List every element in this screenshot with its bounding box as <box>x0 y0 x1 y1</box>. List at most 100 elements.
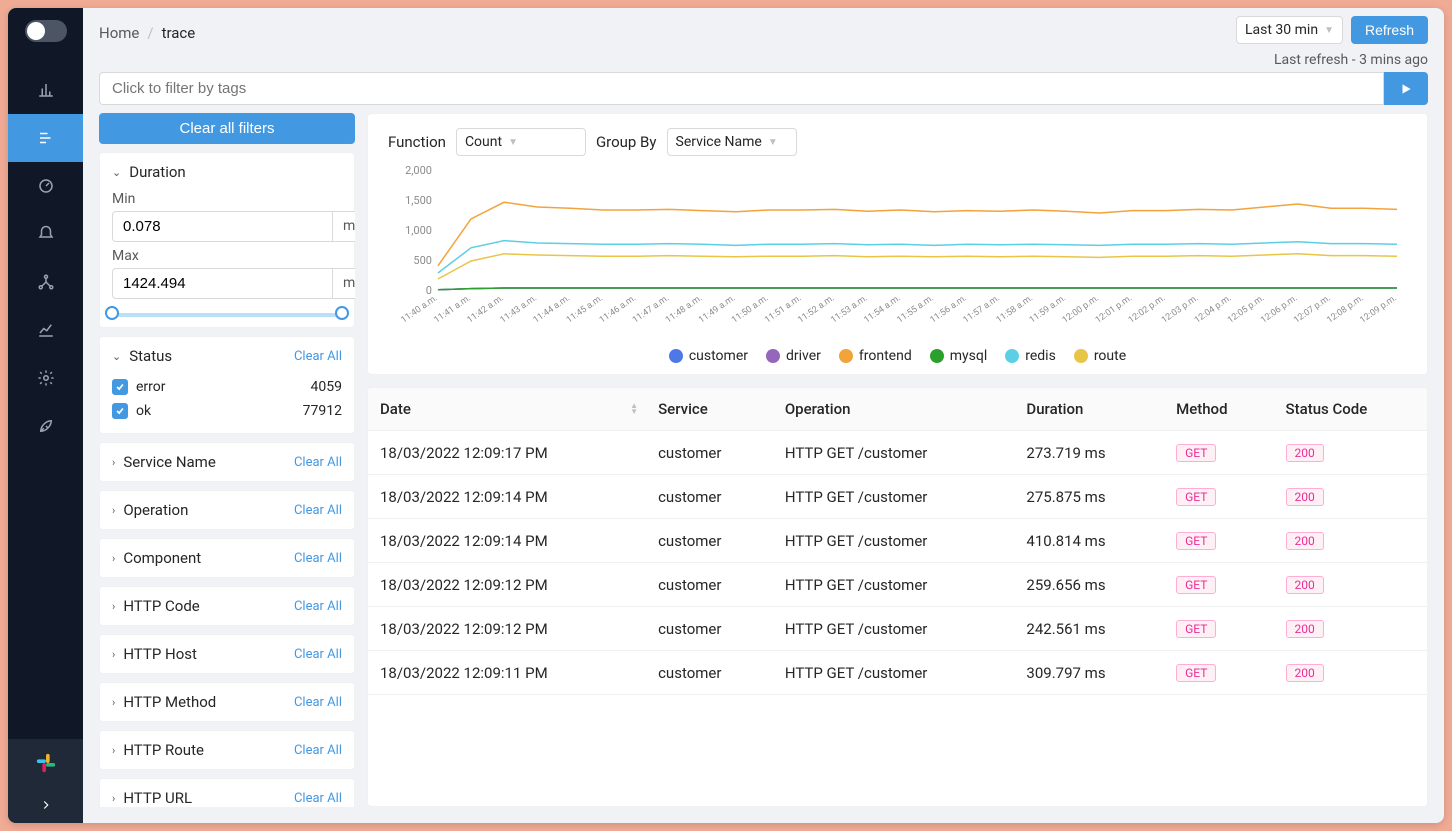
filter-header[interactable]: ›HTTP URL Clear All <box>112 789 342 807</box>
play-icon <box>1399 82 1413 96</box>
max-unit: ms <box>333 268 355 299</box>
function-label: Function <box>388 133 446 151</box>
slider-handle-max[interactable] <box>335 306 349 320</box>
nav-dashboards[interactable] <box>8 162 83 210</box>
legend-item[interactable]: customer <box>669 348 748 364</box>
chevron-right-icon: › <box>112 600 115 613</box>
filter-collapsed: ›HTTP URL Clear All <box>99 778 355 807</box>
cell-date: 18/03/2022 12:09:12 PM <box>368 563 646 607</box>
filter-clear[interactable]: Clear All <box>294 503 342 518</box>
legend-item[interactable]: redis <box>1005 348 1056 364</box>
chevron-down-icon: ▼ <box>508 137 518 148</box>
status-checkbox[interactable] <box>112 403 128 419</box>
legend-item[interactable]: mysql <box>930 348 988 364</box>
legend-dot <box>930 349 944 363</box>
clear-all-filters-button[interactable]: Clear all filters <box>99 113 355 144</box>
filter-clear[interactable]: Clear All <box>294 551 342 566</box>
cell-operation: HTTP GET /customer <box>773 519 1015 563</box>
slider-handle-min[interactable] <box>105 306 119 320</box>
cell-duration: 275.875 ms <box>1014 475 1164 519</box>
filter-header[interactable]: ›HTTP Route Clear All <box>112 741 342 759</box>
filter-header[interactable]: ›HTTP Code Clear All <box>112 597 342 615</box>
legend-item[interactable]: driver <box>766 348 821 364</box>
legend-item[interactable]: frontend <box>839 348 912 364</box>
cell-date: 18/03/2022 12:09:14 PM <box>368 519 646 563</box>
run-filter-button[interactable] <box>1384 72 1428 105</box>
nav-alerts[interactable] <box>8 210 83 258</box>
filter-clear[interactable]: Clear All <box>294 455 342 470</box>
filter-header[interactable]: ›HTTP Host Clear All <box>112 645 342 663</box>
theme-toggle[interactable] <box>25 20 67 42</box>
refresh-button[interactable]: Refresh <box>1351 16 1428 44</box>
function-select[interactable]: Count▼ <box>456 128 586 156</box>
slack-icon <box>35 752 57 774</box>
svg-text:11:44 a.m.: 11:44 a.m. <box>532 293 572 325</box>
filter-clear[interactable]: Clear All <box>294 791 342 806</box>
trace-chart: 05001,0001,5002,00011:40 a.m.11:41 a.m.1… <box>388 166 1407 336</box>
table-row[interactable]: 18/03/2022 12:09:14 PM customer HTTP GET… <box>368 475 1427 519</box>
filter-clear[interactable]: Clear All <box>294 599 342 614</box>
svg-text:11:58 a.m.: 11:58 a.m. <box>995 293 1035 325</box>
cell-operation: HTTP GET /customer <box>773 563 1015 607</box>
rocket-icon <box>37 417 55 435</box>
groupby-select[interactable]: Service Name▼ <box>667 128 797 156</box>
nav-instrument[interactable] <box>8 402 83 450</box>
nav-traces[interactable] <box>8 114 83 162</box>
legend-item[interactable]: route <box>1074 348 1126 364</box>
table-row[interactable]: 18/03/2022 12:09:12 PM customer HTTP GET… <box>368 607 1427 651</box>
filter-header[interactable]: ›Service Name Clear All <box>112 453 342 471</box>
table-row[interactable]: 18/03/2022 12:09:11 PM customer HTTP GET… <box>368 651 1427 695</box>
col-service[interactable]: Service <box>646 388 773 431</box>
nav-usage[interactable] <box>8 306 83 354</box>
status-badge: 200 <box>1286 488 1324 506</box>
table-row[interactable]: 18/03/2022 12:09:12 PM customer HTTP GET… <box>368 563 1427 607</box>
duration-slider[interactable] <box>112 313 342 317</box>
table-row[interactable]: 18/03/2022 12:09:14 PM customer HTTP GET… <box>368 519 1427 563</box>
filter-collapsed: ›Component Clear All <box>99 538 355 578</box>
filter-collapsed: ›HTTP Route Clear All <box>99 730 355 770</box>
slack-link[interactable] <box>8 739 83 787</box>
cell-date: 18/03/2022 12:09:17 PM <box>368 431 646 475</box>
filter-status-clear[interactable]: Clear All <box>294 349 342 364</box>
status-count: 77912 <box>303 403 342 419</box>
breadcrumb-home[interactable]: Home <box>99 24 139 42</box>
legend-label: frontend <box>859 348 912 364</box>
filter-clear[interactable]: Clear All <box>294 743 342 758</box>
filter-status-header[interactable]: ⌄Status Clear All <box>112 347 342 365</box>
time-range-label: Last 30 min <box>1245 22 1318 38</box>
svg-text:11:55 a.m.: 11:55 a.m. <box>896 293 936 325</box>
tag-filter-input[interactable] <box>99 72 1384 105</box>
nav-service-map[interactable] <box>8 258 83 306</box>
col-status[interactable]: Status Code <box>1274 388 1427 431</box>
col-date[interactable]: Date▲▼ <box>368 388 646 431</box>
duration-max-input[interactable] <box>112 268 333 299</box>
duration-min-input[interactable] <box>112 211 333 242</box>
top-bar: Home / trace Last 30 min ▼ Refresh Last … <box>83 8 1444 72</box>
status-label: error <box>136 379 166 395</box>
time-range-select[interactable]: Last 30 min ▼ <box>1236 16 1343 44</box>
list-icon <box>37 129 55 147</box>
chevron-down-icon: ⌄ <box>112 350 121 363</box>
breadcrumb: Home / trace <box>99 16 195 42</box>
status-checkbox[interactable] <box>112 379 128 395</box>
filter-title: HTTP Route <box>123 741 204 759</box>
col-method[interactable]: Method <box>1164 388 1273 431</box>
svg-text:11:47 a.m.: 11:47 a.m. <box>631 293 671 325</box>
filter-clear[interactable]: Clear All <box>294 695 342 710</box>
filter-clear[interactable]: Clear All <box>294 647 342 662</box>
col-duration[interactable]: Duration <box>1014 388 1164 431</box>
filter-header[interactable]: ›Component Clear All <box>112 549 342 567</box>
filter-bar <box>83 72 1444 113</box>
nav-settings[interactable] <box>8 354 83 402</box>
filter-header[interactable]: ›HTTP Method Clear All <box>112 693 342 711</box>
status-row: error 4059 <box>112 375 342 399</box>
expand-sidebar-button[interactable] <box>8 787 83 823</box>
filter-header[interactable]: ›Operation Clear All <box>112 501 342 519</box>
table-row[interactable]: 18/03/2022 12:09:17 PM customer HTTP GET… <box>368 431 1427 475</box>
filter-duration-header[interactable]: ⌄Duration <box>112 163 342 181</box>
nav-metrics[interactable] <box>8 66 83 114</box>
col-operation[interactable]: Operation <box>773 388 1015 431</box>
cell-method: GET <box>1164 519 1273 563</box>
legend-label: customer <box>689 348 748 364</box>
chevron-right-icon: › <box>112 648 115 661</box>
